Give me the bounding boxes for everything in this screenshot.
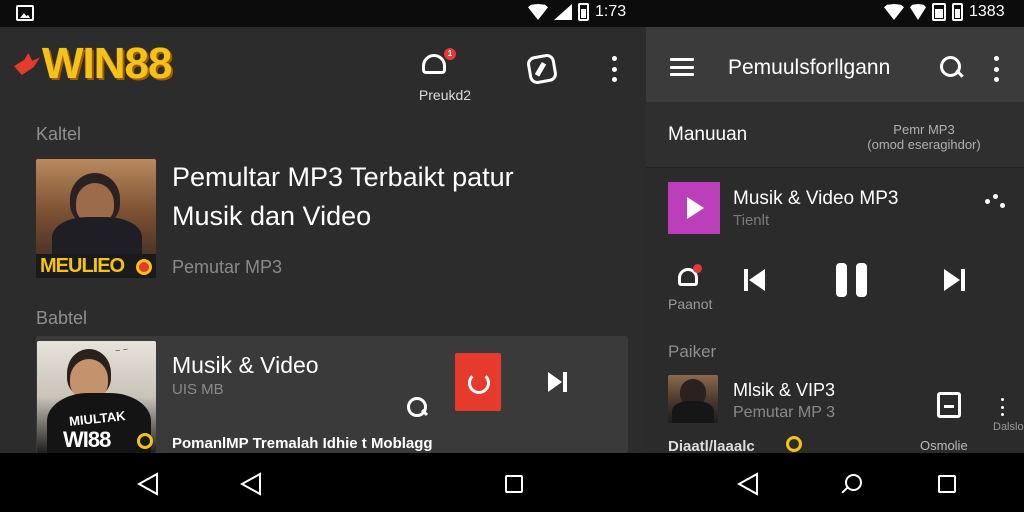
now-playing-title: Musik & Video MP3 <box>733 188 899 209</box>
document-icon[interactable] <box>937 392 961 418</box>
coin-icon <box>137 433 153 449</box>
skip-next-button[interactable] <box>548 372 568 392</box>
search-icon[interactable] <box>406 396 428 418</box>
wifi-icon <box>910 4 926 20</box>
signal-icon <box>554 4 572 20</box>
recents-icon[interactable] <box>938 475 956 493</box>
now-playing-subtitle: Tienlt <box>733 212 770 229</box>
logo-text: WIN88 <box>42 39 172 88</box>
wifi-icon <box>884 4 904 20</box>
toolbar-title: Pemuulsforllgann <box>728 56 891 79</box>
status-icons-right: 1383 <box>884 3 1005 21</box>
section-meta: Pemr MP3 (omod eseragihdor) <box>867 122 981 152</box>
featured-thumbnail[interactable]: MEULIEO <box>36 159 156 278</box>
back-icon[interactable] <box>137 472 159 496</box>
wifi-icon <box>528 4 548 20</box>
battery-icon <box>578 3 589 21</box>
list-item-subtitle: Pemutar MP 3 <box>733 404 835 421</box>
section-label: Kaltel <box>36 124 82 144</box>
back-icon[interactable] <box>240 472 262 496</box>
recents-icon[interactable] <box>505 475 523 493</box>
featured-subtitle: Pemutar MP3 <box>172 257 283 277</box>
back-icon[interactable] <box>737 472 759 496</box>
list-label: Paiker <box>668 342 717 361</box>
search-icon[interactable] <box>840 474 862 496</box>
list-thumbnail[interactable] <box>668 375 718 423</box>
status-time-left: 1:73 <box>595 3 627 20</box>
thumbnail-caption: WI88 <box>63 427 111 452</box>
share-icon[interactable] <box>985 194 1005 208</box>
bell-label: Paanot <box>668 296 713 312</box>
coin-icon <box>786 436 802 452</box>
skip-next-button[interactable] <box>944 269 966 291</box>
notification-badge <box>693 264 702 273</box>
more-options-icon[interactable] <box>1000 398 1004 416</box>
notification-badge: 1 <box>444 48 456 60</box>
pause-button[interactable] <box>836 263 868 297</box>
status-time-right: 1383 <box>969 3 1005 20</box>
notification-label: Preukd2 <box>418 87 472 103</box>
coin-icon <box>136 259 152 275</box>
row-title: Musik & Video <box>172 352 319 378</box>
row-thumbnail[interactable]: ~ ~ MIULTAK WI88 <box>37 341 156 453</box>
edit-icon[interactable] <box>525 52 559 86</box>
section-label: Babtel <box>36 308 88 328</box>
section-title[interactable]: Manuuan <box>668 124 747 146</box>
play-icon[interactable] <box>668 182 720 234</box>
list-item-side-label: Dalslo <box>993 421 1024 433</box>
gallery-icon <box>16 5 34 21</box>
app-logo[interactable]: WIN88 <box>14 39 172 88</box>
more-options-icon[interactable] <box>611 56 617 82</box>
battery-icon <box>952 3 963 21</box>
refresh-button[interactable] <box>455 353 501 411</box>
skip-previous-button[interactable] <box>744 269 766 291</box>
footer-right-text: Osmolie <box>920 438 968 453</box>
search-icon[interactable] <box>940 56 964 80</box>
menu-icon[interactable] <box>670 58 694 76</box>
status-bar: 1:73 1383 <box>0 0 1024 27</box>
featured-title[interactable]: Pemultar MP3 Terbaikt patur Musik dan Vi… <box>172 158 592 236</box>
list-item-title[interactable]: Mlsik & VIP3 <box>733 380 835 401</box>
alarm-icon <box>932 3 946 21</box>
more-options-icon[interactable] <box>993 56 999 82</box>
notification-button[interactable]: 1 <box>420 48 456 78</box>
bell-icon <box>422 54 446 74</box>
status-icons-left: 1:73 <box>528 3 626 21</box>
flame-icon <box>14 53 40 75</box>
row-size: UIS MB <box>172 381 224 398</box>
row-footer-text: PomanlMP Tremalah Idhie t Moblagg <box>172 435 433 452</box>
